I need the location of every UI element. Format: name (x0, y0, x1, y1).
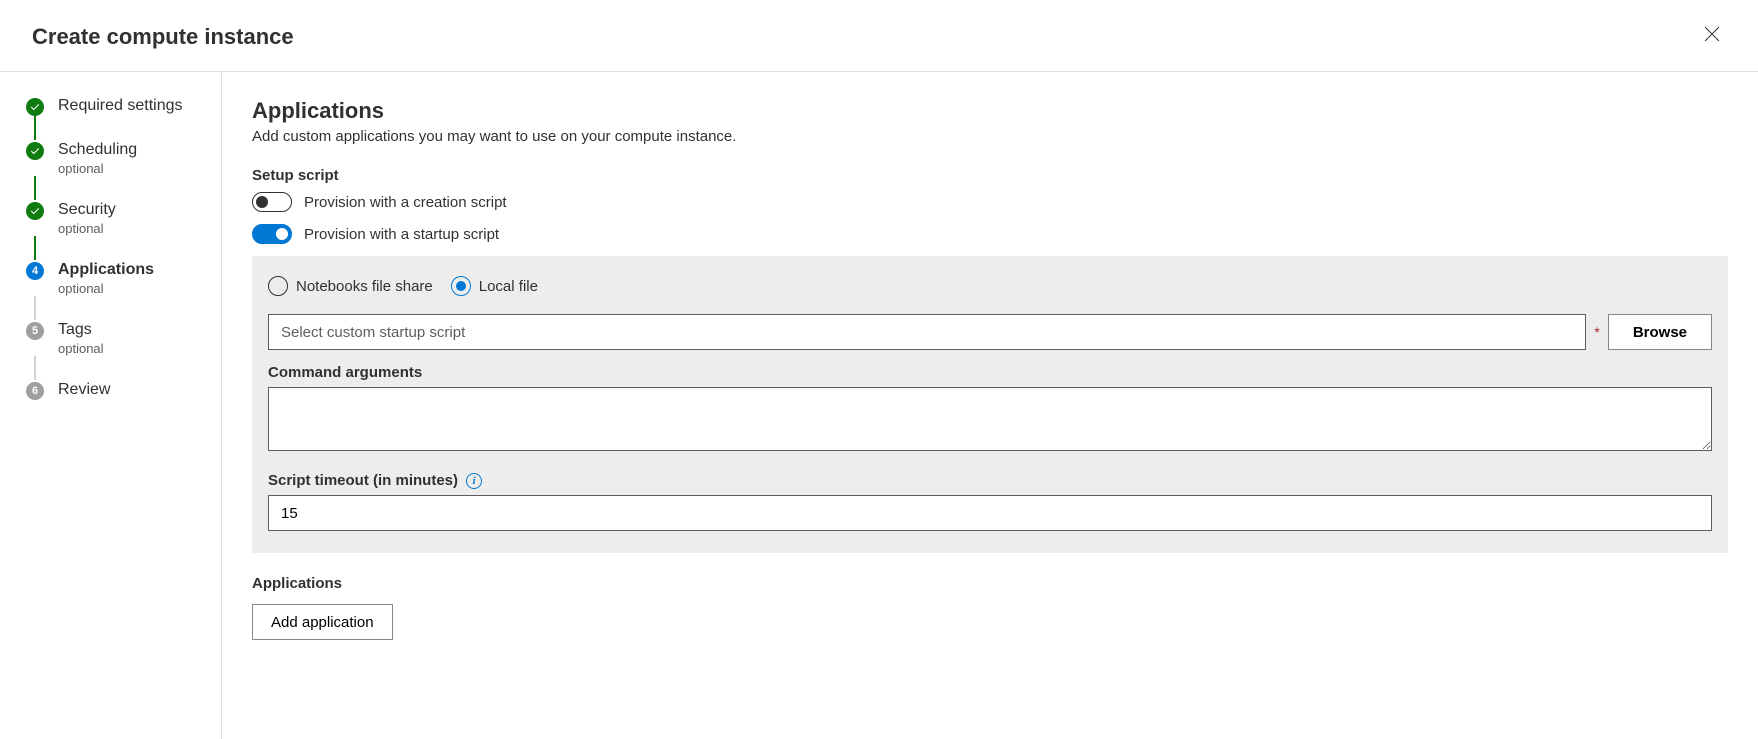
command-arguments-input[interactable] (268, 387, 1712, 451)
step-number-icon: 5 (26, 322, 44, 340)
step-applications[interactable]: 4 Applications optional (26, 260, 221, 296)
step-connector (34, 296, 36, 320)
checkmark-icon (26, 202, 44, 220)
step-subtitle: optional (58, 341, 104, 356)
startup-script-path-input[interactable] (268, 314, 1586, 350)
required-asterisk: * (1594, 324, 1599, 340)
step-scheduling[interactable]: Scheduling optional (26, 140, 221, 176)
close-button[interactable] (1698, 20, 1726, 53)
script-timeout-label: Script timeout (in minutes) (268, 472, 458, 489)
toggle-creation-script[interactable] (252, 192, 292, 212)
script-timeout-input[interactable] (268, 495, 1712, 531)
step-title: Required settings (58, 96, 183, 116)
step-connector (34, 116, 36, 140)
applications-label: Applications (252, 575, 1728, 592)
step-tags[interactable]: 5 Tags optional (26, 320, 221, 356)
radio-icon (451, 276, 471, 296)
page-title: Create compute instance (32, 24, 294, 50)
step-title: Scheduling (58, 140, 137, 160)
step-review[interactable]: 6 Review (26, 380, 221, 400)
step-subtitle: optional (58, 161, 137, 176)
step-title: Review (58, 380, 110, 400)
step-title: Tags (58, 320, 104, 340)
step-subtitle: optional (58, 221, 116, 236)
checkmark-icon (26, 142, 44, 160)
radio-notebooks-file-share[interactable]: Notebooks file share (268, 276, 433, 296)
radio-icon (268, 276, 288, 296)
main-content: Applications Add custom applications you… (222, 72, 1758, 739)
step-connector (34, 176, 36, 200)
step-connector (34, 236, 36, 260)
command-arguments-label: Command arguments (268, 364, 1712, 381)
step-title: Applications (58, 260, 154, 280)
step-required-settings[interactable]: Required settings (26, 96, 221, 116)
checkmark-icon (26, 98, 44, 116)
step-title: Security (58, 200, 116, 220)
radio-label: Local file (479, 278, 538, 295)
browse-button[interactable]: Browse (1608, 314, 1712, 350)
add-application-button[interactable]: Add application (252, 604, 393, 640)
step-security[interactable]: Security optional (26, 200, 221, 236)
startup-script-panel: Notebooks file share Local file * Browse… (252, 256, 1728, 553)
step-number-icon: 6 (26, 382, 44, 400)
step-number-icon: 4 (26, 262, 44, 280)
section-title: Applications (252, 98, 1728, 124)
toggle-creation-label: Provision with a creation script (304, 194, 507, 211)
close-icon (1704, 26, 1720, 42)
step-subtitle: optional (58, 281, 154, 296)
page-header: Create compute instance (0, 0, 1758, 72)
info-icon[interactable]: i (466, 473, 482, 489)
section-description: Add custom applications you may want to … (252, 128, 1728, 145)
radio-local-file[interactable]: Local file (451, 276, 538, 296)
setup-script-label: Setup script (252, 167, 1728, 184)
wizard-steps-sidebar: Required settings Scheduling optional Se… (0, 72, 222, 739)
toggle-startup-label: Provision with a startup script (304, 226, 499, 243)
step-connector (34, 356, 36, 380)
radio-label: Notebooks file share (296, 278, 433, 295)
toggle-startup-script[interactable] (252, 224, 292, 244)
